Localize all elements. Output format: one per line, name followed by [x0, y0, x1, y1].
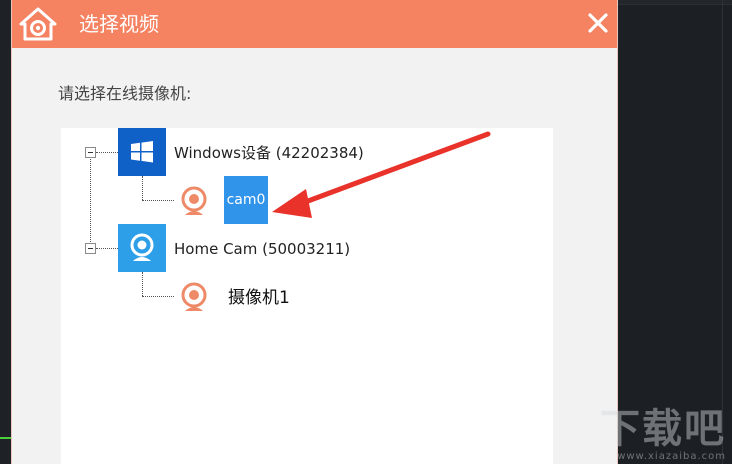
- select-video-dialog: 选择视频 请选择在线摄像机: Windows设备 (42202384) cam0…: [11, 0, 618, 464]
- device-label-homecam[interactable]: Home Cam (50003211): [174, 239, 350, 259]
- home-cam-icon: [118, 224, 166, 272]
- webcam-icon: [181, 186, 207, 215]
- tree-connector: [142, 272, 143, 296]
- dialog-body: 请选择在线摄像机: Windows设备 (42202384) cam0 Home…: [12, 48, 617, 464]
- expand-toggle-windows[interactable]: [85, 147, 96, 158]
- camera-item-cam0[interactable]: cam0: [224, 176, 268, 224]
- tree-connector: [142, 200, 174, 201]
- watermark-logo: 下载吧: [600, 406, 726, 452]
- webcam-icon: [181, 282, 207, 311]
- camera-item-camera1[interactable]: 摄像机1: [228, 288, 290, 308]
- tree-connector: [142, 296, 174, 297]
- dialog-titlebar: 选择视频: [12, 0, 617, 48]
- tree-connector: [142, 176, 143, 200]
- desktop-divider: [722, 0, 723, 464]
- device-label-windows[interactable]: Windows设备 (42202384): [174, 143, 364, 163]
- dialog-title: 选择视频: [79, 12, 159, 36]
- watermark: 下载吧 www.xiazaiba.com: [600, 407, 726, 462]
- app-logo-icon: [19, 7, 57, 41]
- close-button[interactable]: [583, 8, 613, 38]
- prompt-label: 请选择在线摄像机:: [58, 84, 192, 103]
- camera-tree[interactable]: Windows设备 (42202384) cam0 Home Cam (5000…: [61, 128, 553, 464]
- tree-connector: [96, 248, 118, 249]
- expand-toggle-homecam[interactable]: [85, 243, 96, 254]
- desktop-background: [616, 0, 732, 464]
- tree-connector: [96, 152, 118, 153]
- windows-logo-icon: [118, 128, 166, 176]
- tree-connector: [90, 156, 91, 248]
- watermark-url: www.xiazaiba.com: [617, 451, 726, 462]
